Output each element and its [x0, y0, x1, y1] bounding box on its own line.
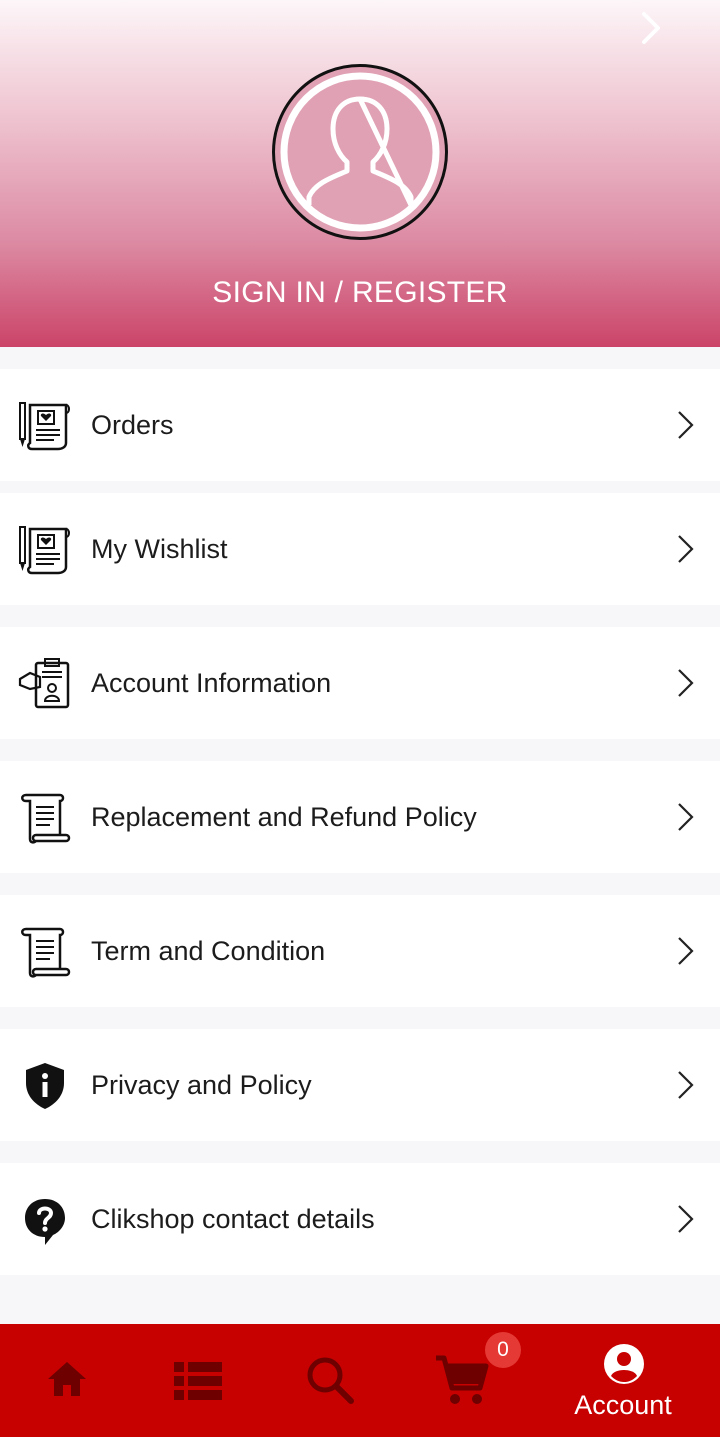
menu-item-label: Privacy and Policy: [91, 1070, 312, 1100]
menu-item-label: My Wishlist: [91, 534, 228, 564]
account-icon: [604, 1344, 644, 1384]
nav-account[interactable]: Account: [550, 1324, 696, 1437]
chevron-right-icon: [678, 535, 694, 563]
avatar[interactable]: [272, 64, 448, 240]
bottom-navigation: Account: [0, 1324, 720, 1437]
nav-account-label: Account: [574, 1390, 672, 1420]
nav-categories[interactable]: [134, 1324, 264, 1437]
menu-item-label: Replacement and Refund Policy: [91, 802, 477, 832]
menu-item-label: Orders: [91, 410, 174, 440]
menu-item-privacy[interactable]: Privacy and Policy: [0, 1029, 720, 1141]
menu-item-wishlist[interactable]: My Wishlist: [0, 493, 720, 605]
shield-info-icon: [26, 1063, 64, 1109]
order-list-icon: [19, 402, 70, 451]
menu-item-label: Term and Condition: [91, 936, 326, 966]
nav-search[interactable]: [264, 1324, 396, 1437]
header-chevron-right-icon[interactable]: [630, 8, 670, 48]
search-icon: [307, 1357, 354, 1404]
profile-header: SIGN IN / REGISTER: [0, 0, 720, 347]
menu-item-contact[interactable]: Clikshop contact details: [0, 1163, 720, 1275]
list-icon: [174, 1362, 222, 1400]
menu-item-account-information[interactable]: Account Information: [0, 627, 720, 739]
chevron-right-icon: [678, 1071, 694, 1099]
account-info-icon: [18, 658, 70, 709]
chevron-right-icon: [678, 937, 694, 965]
scroll-document-icon: [21, 793, 71, 844]
nav-home[interactable]: [0, 1324, 134, 1437]
user-silhouette-icon: [280, 72, 440, 232]
menu-item-refund-policy[interactable]: Replacement and Refund Policy: [0, 761, 720, 873]
cart-icon: [436, 1355, 489, 1404]
menu-item-label: Account Information: [91, 668, 332, 698]
chevron-right-icon: [678, 803, 694, 831]
scroll-document-icon: [21, 927, 71, 978]
menu-item-terms[interactable]: Term and Condition: [0, 895, 720, 1007]
menu-item-orders[interactable]: Orders: [0, 369, 720, 481]
wishlist-icon: [19, 526, 70, 575]
menu-item-label: Clikshop contact details: [91, 1204, 375, 1234]
chevron-right-icon: [678, 411, 694, 439]
home-icon: [48, 1362, 86, 1396]
chevron-right-icon: [678, 1205, 694, 1233]
cart-count-badge: 0: [485, 1332, 521, 1368]
signin-register-link[interactable]: SIGN IN / REGISTER: [0, 276, 720, 310]
help-bubble-icon: [25, 1199, 65, 1245]
chevron-right-icon: [678, 669, 694, 697]
